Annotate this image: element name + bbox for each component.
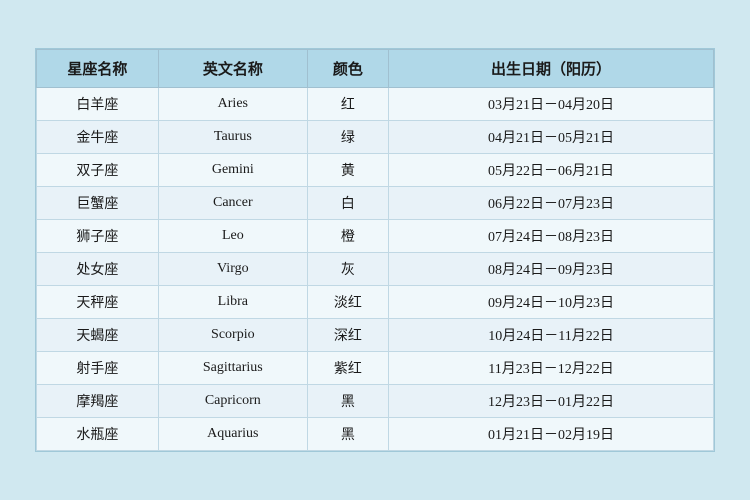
table-row: 摩羯座Capricorn黑12月23日－01月22日 [37, 385, 714, 418]
cell-date: 12月23日－01月22日 [389, 385, 714, 418]
cell-cn: 天蝎座 [37, 319, 159, 352]
cell-color: 橙 [307, 220, 388, 253]
table-header-row: 星座名称 英文名称 颜色 出生日期（阳历） [37, 50, 714, 88]
cell-date: 03月21日－04月20日 [389, 88, 714, 121]
table-row: 水瓶座Aquarius黑01月21日－02月19日 [37, 418, 714, 451]
table-row: 天秤座Libra淡红09月24日－10月23日 [37, 286, 714, 319]
cell-cn: 天秤座 [37, 286, 159, 319]
table-row: 巨蟹座Cancer白06月22日－07月23日 [37, 187, 714, 220]
cell-date: 05月22日－06月21日 [389, 154, 714, 187]
cell-en: Leo [158, 220, 307, 253]
cell-en: Gemini [158, 154, 307, 187]
cell-en: Aquarius [158, 418, 307, 451]
table-row: 狮子座Leo橙07月24日－08月23日 [37, 220, 714, 253]
header-color: 颜色 [307, 50, 388, 88]
cell-cn: 狮子座 [37, 220, 159, 253]
cell-date: 08月24日－09月23日 [389, 253, 714, 286]
table-row: 双子座Gemini黄05月22日－06月21日 [37, 154, 714, 187]
header-cn: 星座名称 [37, 50, 159, 88]
cell-date: 10月24日－11月22日 [389, 319, 714, 352]
cell-date: 04月21日－05月21日 [389, 121, 714, 154]
table-row: 射手座Sagittarius紫红11月23日－12月22日 [37, 352, 714, 385]
cell-en: Capricorn [158, 385, 307, 418]
cell-date: 06月22日－07月23日 [389, 187, 714, 220]
cell-en: Taurus [158, 121, 307, 154]
cell-cn: 金牛座 [37, 121, 159, 154]
cell-cn: 处女座 [37, 253, 159, 286]
cell-cn: 双子座 [37, 154, 159, 187]
cell-date: 07月24日－08月23日 [389, 220, 714, 253]
cell-cn: 白羊座 [37, 88, 159, 121]
zodiac-table: 星座名称 英文名称 颜色 出生日期（阳历） 白羊座Aries红03月21日－04… [36, 49, 714, 451]
cell-en: Scorpio [158, 319, 307, 352]
cell-color: 黑 [307, 418, 388, 451]
cell-en: Virgo [158, 253, 307, 286]
cell-color: 黑 [307, 385, 388, 418]
table-row: 天蝎座Scorpio深红10月24日－11月22日 [37, 319, 714, 352]
cell-en: Aries [158, 88, 307, 121]
header-en: 英文名称 [158, 50, 307, 88]
cell-en: Sagittarius [158, 352, 307, 385]
cell-en: Libra [158, 286, 307, 319]
cell-color: 白 [307, 187, 388, 220]
table-row: 白羊座Aries红03月21日－04月20日 [37, 88, 714, 121]
table-row: 处女座Virgo灰08月24日－09月23日 [37, 253, 714, 286]
cell-color: 灰 [307, 253, 388, 286]
cell-color: 深红 [307, 319, 388, 352]
cell-color: 紫红 [307, 352, 388, 385]
cell-date: 09月24日－10月23日 [389, 286, 714, 319]
zodiac-table-container: 星座名称 英文名称 颜色 出生日期（阳历） 白羊座Aries红03月21日－04… [35, 48, 715, 452]
cell-color: 绿 [307, 121, 388, 154]
cell-cn: 射手座 [37, 352, 159, 385]
cell-color: 红 [307, 88, 388, 121]
cell-date: 11月23日－12月22日 [389, 352, 714, 385]
cell-cn: 摩羯座 [37, 385, 159, 418]
cell-en: Cancer [158, 187, 307, 220]
cell-date: 01月21日－02月19日 [389, 418, 714, 451]
table-row: 金牛座Taurus绿04月21日－05月21日 [37, 121, 714, 154]
cell-color: 淡红 [307, 286, 388, 319]
cell-cn: 水瓶座 [37, 418, 159, 451]
cell-cn: 巨蟹座 [37, 187, 159, 220]
header-date: 出生日期（阳历） [389, 50, 714, 88]
cell-color: 黄 [307, 154, 388, 187]
